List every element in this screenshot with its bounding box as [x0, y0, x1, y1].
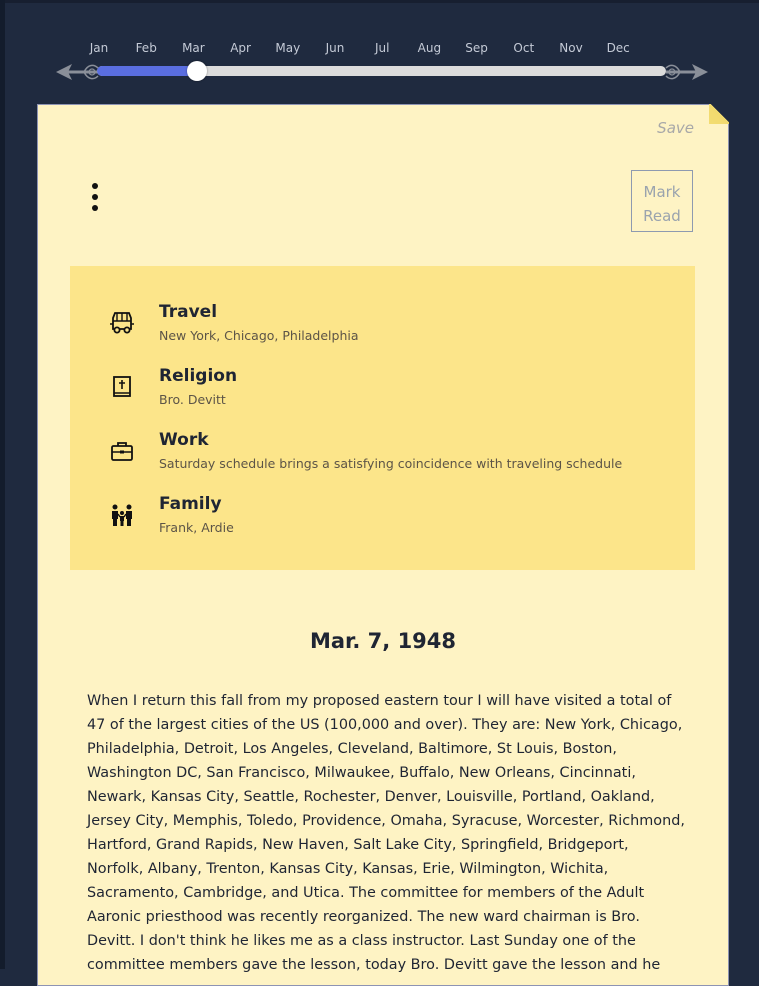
- tag-work: Work Saturday schedule brings a satisfyi…: [70, 430, 695, 486]
- window-left-edge: [0, 0, 5, 969]
- bible-icon: [113, 376, 131, 397]
- save-button[interactable]: Save: [657, 119, 694, 137]
- month-label-apr[interactable]: Apr: [221, 41, 261, 55]
- tag-detail: Saturday schedule brings a satisfying co…: [159, 456, 623, 471]
- tag-title: Family: [159, 494, 222, 514]
- month-label-sep[interactable]: Sep: [457, 41, 497, 55]
- tag-family: Family Frank, Ardie: [70, 494, 695, 550]
- month-label-aug[interactable]: Aug: [409, 41, 449, 55]
- tag-travel: Travel New York, Chicago, Philadelphia: [70, 302, 695, 358]
- tag-detail: New York, Chicago, Philadelphia: [159, 328, 359, 343]
- tag-title: Work: [159, 430, 209, 450]
- tag-title: Religion: [159, 366, 238, 386]
- month-label-dec[interactable]: Dec: [598, 41, 638, 55]
- entry-body-text: When I return this fall from my proposed…: [87, 693, 685, 973]
- entry-date: Mar. 7, 1948: [309, 629, 457, 653]
- arrow-right-ornament-icon[interactable]: [664, 58, 710, 86]
- month-label-oct[interactable]: Oct: [504, 41, 544, 55]
- tag-religion: Religion Bro. Devitt: [70, 366, 695, 422]
- timeline-progress: [97, 66, 197, 76]
- timeline-track[interactable]: [97, 66, 666, 76]
- more-options-icon[interactable]: [90, 183, 100, 215]
- mark-read-button[interactable]: Mark Read: [631, 170, 693, 232]
- month-labels: Jan Feb Mar Apr May Jun Jul Aug Sep Oct Nov Dec: [0, 41, 759, 57]
- month-label-jun[interactable]: Jun: [315, 41, 355, 55]
- family-icon: [112, 504, 132, 526]
- tag-detail: Bro. Devitt: [159, 392, 226, 407]
- arrow-left-ornament-icon[interactable]: [54, 58, 100, 86]
- month-label-may[interactable]: May: [268, 41, 308, 55]
- page-fold-corner: [709, 104, 729, 124]
- month-timeline: Jan Feb Mar Apr May Jun Jul Aug Sep Oct Nov Dec: [0, 0, 759, 100]
- briefcase-icon: [111, 442, 133, 461]
- timeline-slider-handle[interactable]: [187, 61, 207, 81]
- tag-title: Travel: [159, 302, 218, 322]
- month-label-jul[interactable]: Jul: [362, 41, 402, 55]
- entry-tags-panel: Travel New York, Chicago, Philadelphia R…: [70, 266, 695, 570]
- journal-entry-card: Save Mark Read Travel New York, Chicago,…: [37, 104, 729, 986]
- month-label-jan[interactable]: Jan: [79, 41, 119, 55]
- month-label-nov[interactable]: Nov: [551, 41, 591, 55]
- van-icon: [110, 312, 134, 334]
- month-label-feb[interactable]: Feb: [126, 41, 166, 55]
- tag-detail: Frank, Ardie: [159, 520, 234, 535]
- month-label-mar[interactable]: Mar: [173, 41, 213, 55]
